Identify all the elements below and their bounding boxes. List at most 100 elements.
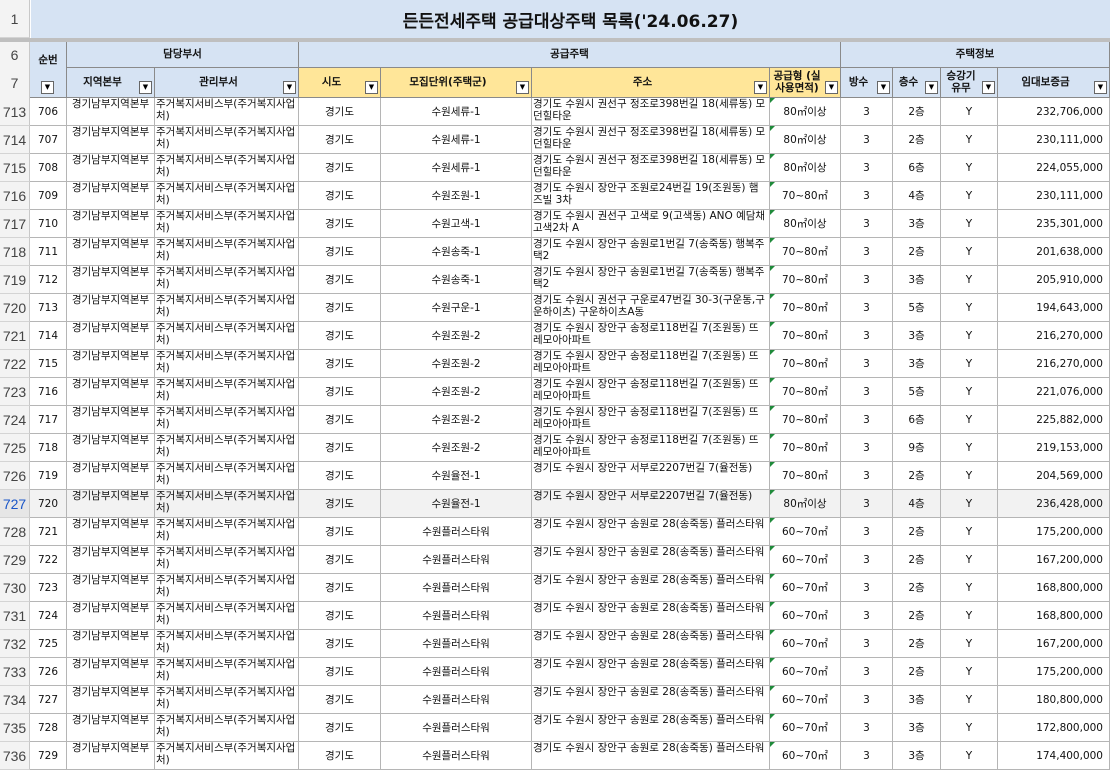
cell-office[interactable]: 주거복지서비스부(주거복지사업처) (155, 406, 299, 434)
cell-address[interactable]: 경기도 수원시 장안구 송정로118번길 7(조원동) 뜨레모아아파트 (532, 350, 770, 378)
cell-seq[interactable]: 713 (30, 294, 67, 322)
cell-area[interactable]: 60~70㎡ (770, 518, 841, 546)
cell-office[interactable]: 주거복지서비스부(주거복지사업처) (155, 434, 299, 462)
row-header[interactable]: 732 (0, 630, 30, 658)
cell-seq[interactable]: 729 (30, 742, 67, 770)
cell-floor[interactable]: 6층 (893, 406, 941, 434)
sheet-title[interactable]: 든든전세주택 공급대상주택 목록('24.06.27) (31, 0, 1110, 38)
cell-address[interactable]: 경기도 수원시 권선구 정조로398번길 18(세류동) 모던힐타운 (532, 98, 770, 126)
filter-floor-icon[interactable]: ▼ (925, 81, 938, 94)
cell-rooms[interactable]: 3 (841, 546, 893, 574)
cell-region[interactable]: 경기남부지역본부 (67, 154, 155, 182)
cell-office[interactable]: 주거복지서비스부(주거복지사업처) (155, 238, 299, 266)
cell-region[interactable]: 경기남부지역본부 (67, 266, 155, 294)
cell-rooms[interactable]: 3 (841, 630, 893, 658)
cell-deposit[interactable]: 167,200,000 (998, 630, 1110, 658)
cell-elevator[interactable]: Y (941, 126, 998, 154)
cell-deposit[interactable]: 235,301,000 (998, 210, 1110, 238)
cell-sido[interactable]: 경기도 (299, 350, 381, 378)
cell-floor[interactable]: 2층 (893, 126, 941, 154)
cell-unit[interactable]: 수원조원-2 (381, 406, 532, 434)
cell-deposit[interactable]: 175,200,000 (998, 518, 1110, 546)
cell-office[interactable]: 주거복지서비스부(주거복지사업처) (155, 742, 299, 770)
cell-unit[interactable]: 수원세류-1 (381, 126, 532, 154)
row-header[interactable]: 735 (0, 714, 30, 742)
cell-elevator[interactable]: Y (941, 378, 998, 406)
cell-region[interactable]: 경기남부지역본부 (67, 742, 155, 770)
cell-rooms[interactable]: 3 (841, 350, 893, 378)
cell-unit[interactable]: 수원플러스타워 (381, 686, 532, 714)
cell-address[interactable]: 경기도 수원시 장안구 송원로 28(송죽동) 플러스타워 (532, 686, 770, 714)
cell-seq[interactable]: 712 (30, 266, 67, 294)
cell-elevator[interactable]: Y (941, 434, 998, 462)
cell-office[interactable]: 주거복지서비스부(주거복지사업처) (155, 126, 299, 154)
row-header[interactable]: 721 (0, 322, 30, 350)
row-header[interactable]: 717 (0, 210, 30, 238)
cell-deposit[interactable]: 168,800,000 (998, 602, 1110, 630)
cell-unit[interactable]: 수원플러스타워 (381, 714, 532, 742)
filter-region-icon[interactable]: ▼ (139, 81, 152, 94)
cell-rooms[interactable]: 3 (841, 602, 893, 630)
cell-deposit[interactable]: 236,428,000 (998, 490, 1110, 518)
cell-address[interactable]: 경기도 수원시 장안구 송원로 28(송죽동) 플러스타워 (532, 630, 770, 658)
cell-sido[interactable]: 경기도 (299, 602, 381, 630)
row-header[interactable]: 726 (0, 462, 30, 490)
cell-rooms[interactable]: 3 (841, 210, 893, 238)
cell-unit[interactable]: 수원플러스타워 (381, 630, 532, 658)
cell-seq[interactable]: 724 (30, 602, 67, 630)
cell-unit[interactable]: 수원조원-2 (381, 322, 532, 350)
cell-office[interactable]: 주거복지서비스부(주거복지사업처) (155, 490, 299, 518)
cell-address[interactable]: 경기도 수원시 장안구 송정로118번길 7(조원동) 뜨레모아아파트 (532, 322, 770, 350)
row-header[interactable]: 715 (0, 154, 30, 182)
cell-elevator[interactable]: Y (941, 686, 998, 714)
cell-rooms[interactable]: 3 (841, 462, 893, 490)
cell-elevator[interactable]: Y (941, 98, 998, 126)
cell-unit[interactable]: 수원플러스타워 (381, 518, 532, 546)
cell-sido[interactable]: 경기도 (299, 238, 381, 266)
cell-rooms[interactable]: 3 (841, 490, 893, 518)
cell-address[interactable]: 경기도 수원시 장안구 송원로 28(송죽동) 플러스타워 (532, 574, 770, 602)
cell-elevator[interactable]: Y (941, 210, 998, 238)
cell-sido[interactable]: 경기도 (299, 126, 381, 154)
cell-area[interactable]: 80㎡이상 (770, 210, 841, 238)
cell-elevator[interactable]: Y (941, 742, 998, 770)
cell-seq[interactable]: 722 (30, 546, 67, 574)
filter-seq-icon[interactable]: ▼ (41, 81, 54, 94)
cell-region[interactable]: 경기남부지역본부 (67, 182, 155, 210)
cell-elevator[interactable]: Y (941, 322, 998, 350)
cell-area[interactable]: 70~80㎡ (770, 406, 841, 434)
cell-seq[interactable]: 714 (30, 322, 67, 350)
cell-seq[interactable]: 718 (30, 434, 67, 462)
cell-sido[interactable]: 경기도 (299, 322, 381, 350)
cell-address[interactable]: 경기도 수원시 장안구 송원로 28(송죽동) 플러스타워 (532, 714, 770, 742)
cell-elevator[interactable]: Y (941, 602, 998, 630)
cell-office[interactable]: 주거복지서비스부(주거복지사업처) (155, 378, 299, 406)
cell-area[interactable]: 70~80㎡ (770, 462, 841, 490)
cell-office[interactable]: 주거복지서비스부(주거복지사업처) (155, 294, 299, 322)
cell-address[interactable]: 경기도 수원시 장안구 송원로 28(송죽동) 플러스타워 (532, 546, 770, 574)
cell-elevator[interactable]: Y (941, 294, 998, 322)
cell-sido[interactable]: 경기도 (299, 490, 381, 518)
row-header[interactable]: 716 (0, 182, 30, 210)
cell-floor[interactable]: 2층 (893, 658, 941, 686)
cell-floor[interactable]: 4층 (893, 182, 941, 210)
cell-sido[interactable]: 경기도 (299, 546, 381, 574)
cell-area[interactable]: 60~70㎡ (770, 658, 841, 686)
cell-seq[interactable]: 719 (30, 462, 67, 490)
cell-elevator[interactable]: Y (941, 238, 998, 266)
cell-address[interactable]: 경기도 수원시 장안구 송원로1번길 7(송죽동) 행복주택2 (532, 266, 770, 294)
cell-elevator[interactable]: Y (941, 266, 998, 294)
cell-seq[interactable]: 710 (30, 210, 67, 238)
cell-elevator[interactable]: Y (941, 406, 998, 434)
cell-floor[interactable]: 4층 (893, 490, 941, 518)
cell-sido[interactable]: 경기도 (299, 518, 381, 546)
cell-elevator[interactable]: Y (941, 154, 998, 182)
filter-elevator-icon[interactable]: ▼ (982, 81, 995, 94)
cell-sido[interactable]: 경기도 (299, 210, 381, 238)
row-header[interactable]: 722 (0, 350, 30, 378)
cell-floor[interactable]: 2층 (893, 546, 941, 574)
cell-region[interactable]: 경기남부지역본부 (67, 630, 155, 658)
cell-deposit[interactable]: 232,706,000 (998, 98, 1110, 126)
cell-address[interactable]: 경기도 수원시 장안구 송정로118번길 7(조원동) 뜨레모아아파트 (532, 378, 770, 406)
cell-region[interactable]: 경기남부지역본부 (67, 518, 155, 546)
